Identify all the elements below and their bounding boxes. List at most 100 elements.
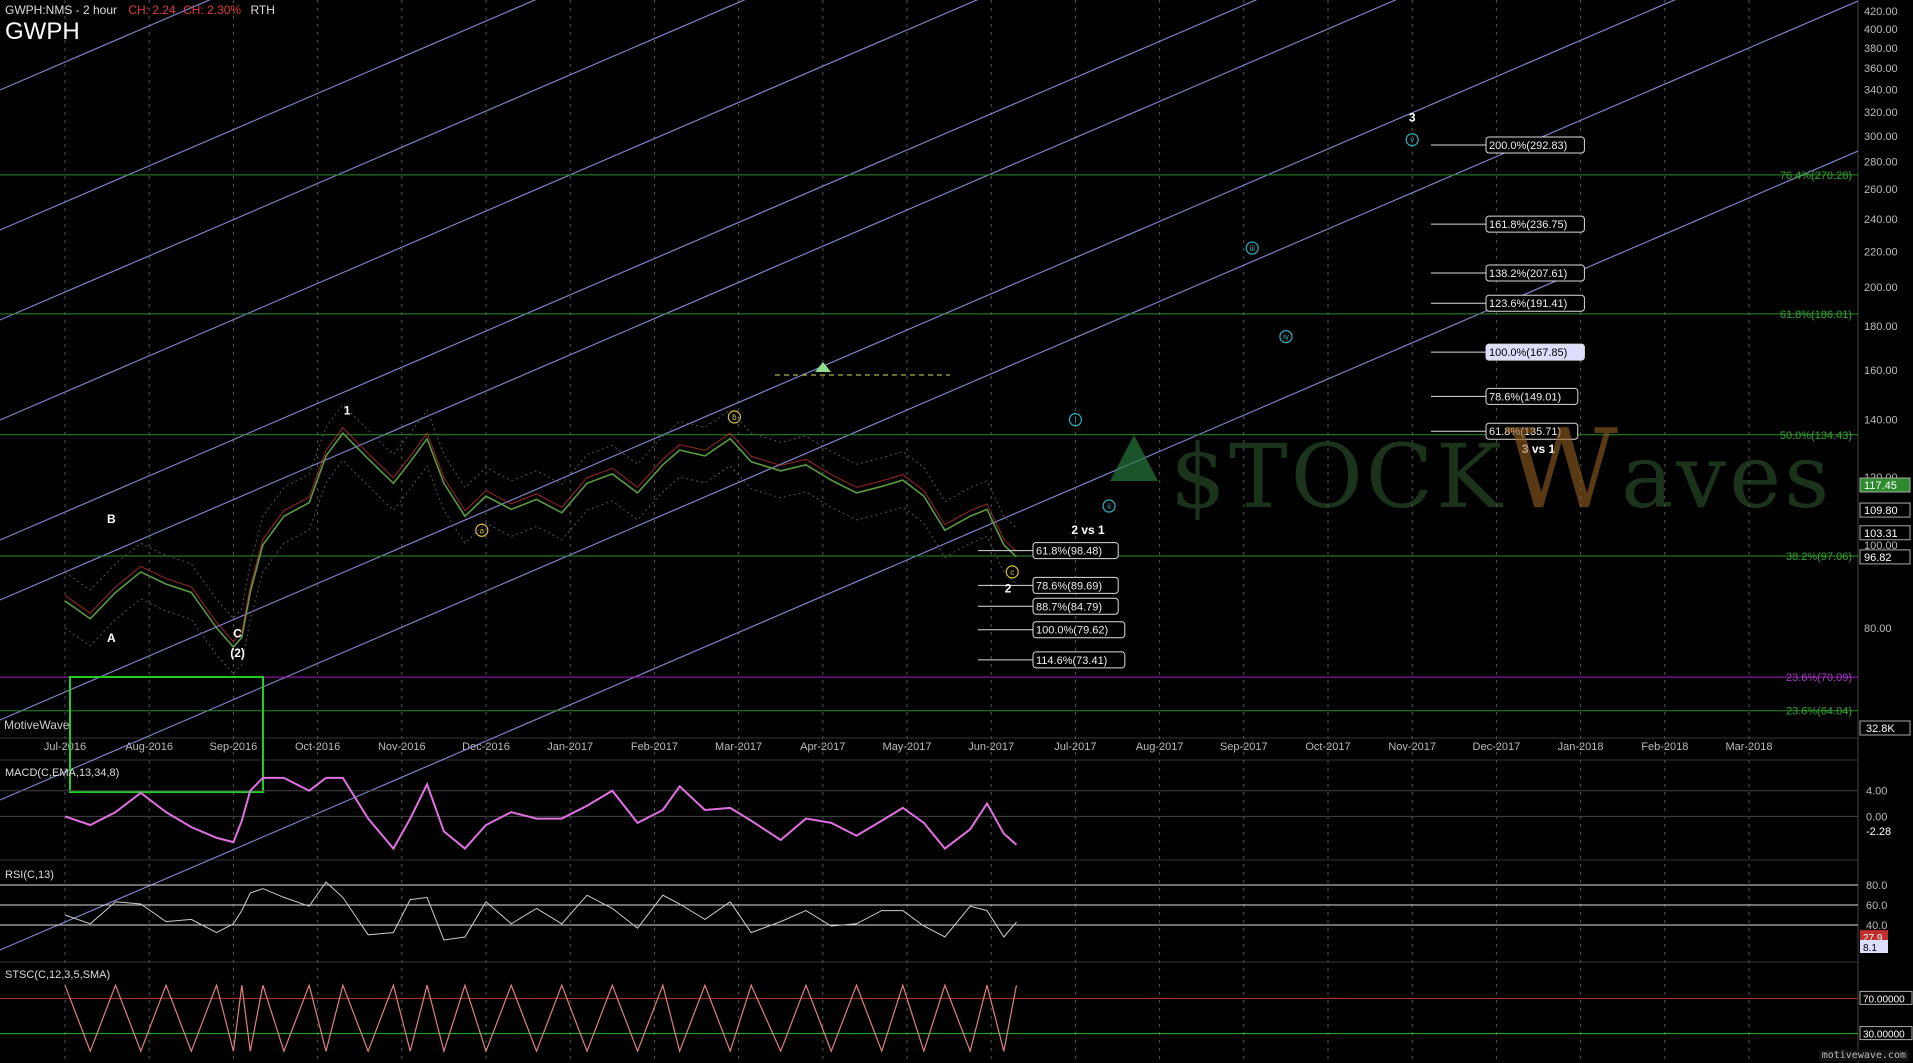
y-tick-label: 400.00 xyxy=(1864,24,1898,36)
x-tick-label: Apr-2017 xyxy=(800,741,845,753)
y-tick-label: 320.00 xyxy=(1864,107,1898,119)
stoch-level-label: 70.00000 xyxy=(1863,994,1905,1005)
x-tick-label: Feb-2017 xyxy=(631,741,678,753)
macd-tick-label: 0.00 xyxy=(1866,811,1887,823)
change-absolute: CH: 2.24 xyxy=(128,3,176,17)
y-tick-label: 360.00 xyxy=(1864,63,1898,75)
x-tick-label: Dec-2017 xyxy=(1473,741,1521,753)
stoch-level-label: 30.00000 xyxy=(1863,1030,1905,1041)
y-tick-label: 180.00 xyxy=(1864,321,1898,333)
rsi-tick-label: 60.0 xyxy=(1866,900,1887,912)
x-tick-label: Oct-2017 xyxy=(1305,741,1350,753)
wave-label: 2 xyxy=(1005,581,1012,595)
session-type: RTH xyxy=(250,3,275,17)
y-tick-label: 380.00 xyxy=(1864,43,1898,55)
y-tick-label: 260.00 xyxy=(1864,184,1898,196)
y-tick-label: 280.00 xyxy=(1864,157,1898,169)
price-axis-value: 109.80 xyxy=(1864,505,1898,517)
price-wick-line xyxy=(64,426,1017,643)
x-tick-label: Oct-2016 xyxy=(295,741,340,753)
x-tick-label: Jul-2016 xyxy=(44,741,86,753)
fib-level-label: 38.2%(97.06) xyxy=(1786,551,1852,563)
x-tick-label: Jan-2017 xyxy=(547,741,593,753)
x-tick-label: Aug-2017 xyxy=(1136,741,1184,753)
footer-site: motivewave.com xyxy=(1818,1050,1909,1061)
change-percent: CH: 2.30% xyxy=(183,3,242,17)
symbol-period: GWPH:NMS - 2 hour xyxy=(5,3,118,17)
price-axis-value: 117.45 xyxy=(1864,480,1897,492)
y-tick-label: 220.00 xyxy=(1864,246,1898,258)
fib-target-label: 161.8%(236.75) xyxy=(1489,219,1567,231)
fib-target-label: 114.6%(73.41) xyxy=(1036,655,1107,667)
x-tick-label: Jan-2018 xyxy=(1558,741,1604,753)
stoch-line xyxy=(64,983,1018,1054)
y-tick-label: 240.00 xyxy=(1864,214,1898,226)
fib-target-label: 88.7%(84.79) xyxy=(1036,601,1102,613)
fib-level-label: 23.6%(70.09) xyxy=(1786,672,1852,684)
wave-label: c xyxy=(1010,568,1014,577)
fib-target-label: 61.8%(98.48) xyxy=(1036,546,1102,558)
fib-target-label: 78.6%(149.01) xyxy=(1489,391,1561,403)
watermark-triangle-icon xyxy=(1110,435,1158,481)
y-tick-label: 420.00 xyxy=(1864,6,1898,18)
x-tick-label: Mar-2018 xyxy=(1725,741,1772,753)
chart-header: GWPH:NMS - 2 hour CH: 2.24 CH: 2.30% RTH xyxy=(5,3,275,17)
y-tick-label: 300.00 xyxy=(1864,131,1898,143)
x-tick-label: Dec-2016 xyxy=(462,741,510,753)
bollinger-upper xyxy=(64,403,1017,620)
wave-label: b xyxy=(732,413,737,422)
macd-last-value: -2.28 xyxy=(1866,826,1891,838)
price-line xyxy=(64,431,1018,649)
x-tick-label: Sep-2017 xyxy=(1220,741,1268,753)
rsi-line xyxy=(64,881,1017,941)
wave-label: (2) xyxy=(230,646,245,660)
x-tick-label: Nov-2016 xyxy=(378,741,426,753)
x-tick-label: Jul-2017 xyxy=(1054,741,1096,753)
x-tick-label: Nov-2017 xyxy=(1388,741,1436,753)
wave-label: v xyxy=(1410,136,1414,145)
x-tick-label: Sep-2016 xyxy=(210,741,258,753)
macd-line xyxy=(64,776,1018,851)
x-tick-label: May-2017 xyxy=(883,741,932,753)
motivewave-brand: MotiveWave xyxy=(4,718,70,732)
channel-line xyxy=(0,0,537,231)
fib-target-label: 100.0%(79.62) xyxy=(1036,625,1108,637)
volume-axis-value: 32.8K xyxy=(1866,723,1895,735)
rsi-tick-label: 80.0 xyxy=(1866,880,1887,892)
y-tick-label: 80.00 xyxy=(1864,623,1892,635)
wave-label: A xyxy=(107,631,116,645)
stoch-label: STSC(C,12,3,5,SMA) xyxy=(5,969,111,981)
fib-level-label: 76.4%(270.28) xyxy=(1780,170,1852,182)
wave-label: 3 xyxy=(1409,110,1416,124)
channel-line xyxy=(0,0,211,91)
rsi-label: RSI(C,13) xyxy=(5,869,54,881)
symbol-title: GWPH xyxy=(5,18,80,45)
y-tick-label: 340.00 xyxy=(1864,84,1898,96)
stockwaves-watermark: $TOCKWaves xyxy=(1110,405,1832,533)
x-tick-label: Feb-2018 xyxy=(1641,741,1688,753)
wave-label: ii xyxy=(1107,502,1111,511)
wave-label: 1 xyxy=(344,403,351,417)
x-tick-label: Jun-2017 xyxy=(968,741,1014,753)
fib-level-label: 61.8%(186.01) xyxy=(1780,309,1852,321)
x-tick-label: Mar-2017 xyxy=(715,741,762,753)
macd-tick-label: 4.00 xyxy=(1866,786,1887,798)
wave-label: C xyxy=(233,626,242,640)
fib-target-label: 123.6%(191.41) xyxy=(1489,298,1567,310)
fib-target-label: 200.0%(292.83) xyxy=(1489,140,1567,152)
y-tick-label: 160.00 xyxy=(1864,365,1898,377)
rsi-second-value: 8.1 xyxy=(1863,943,1877,954)
y-tick-label: 140.00 xyxy=(1864,415,1898,427)
fib-target-label: 78.6%(89.69) xyxy=(1036,580,1102,592)
price-axis-value: 103.31 xyxy=(1864,528,1898,540)
wave-label: iv xyxy=(1283,333,1289,342)
price-axis-value: 96.82 xyxy=(1864,552,1892,564)
wave-label: i xyxy=(1075,416,1077,425)
fib-target-label: 138.2%(207.61) xyxy=(1489,268,1567,280)
wave-label: iii xyxy=(1250,244,1256,253)
fib-target-label: 100.0%(167.85) xyxy=(1489,347,1567,359)
wave-label: a xyxy=(480,526,485,535)
fib-level-label: 23.6%(64.04) xyxy=(1786,706,1852,718)
macd-label: MACD(C,EMA,13,34,8) xyxy=(5,767,120,779)
wave-label: B xyxy=(107,512,116,526)
